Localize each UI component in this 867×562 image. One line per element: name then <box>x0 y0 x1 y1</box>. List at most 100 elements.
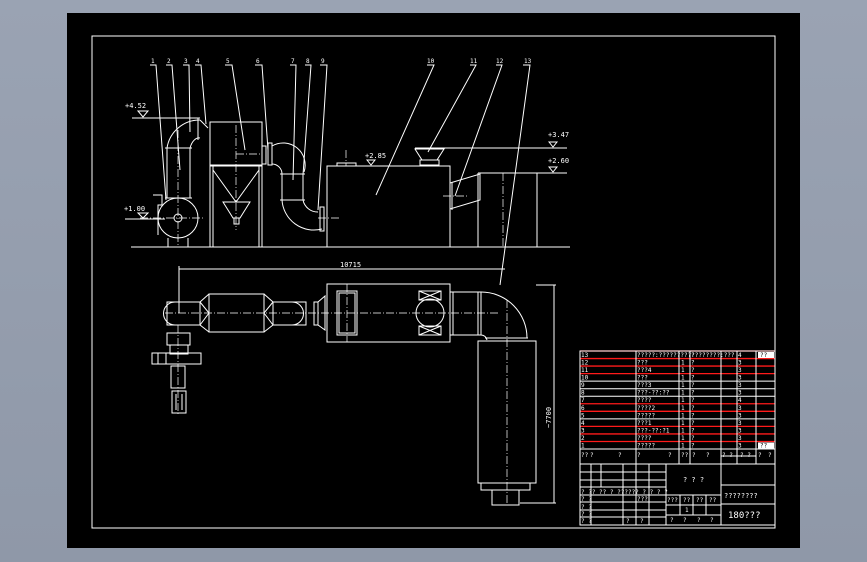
block-label: ? ? <box>581 504 592 511</box>
parts-cell-note: 3 <box>738 435 742 442</box>
scale-label: ?? <box>683 497 691 504</box>
parts-cell-name: ???? <box>637 435 652 442</box>
parts-cell-qty: 1 <box>681 397 685 404</box>
parts-cell-no: 12 <box>581 360 589 367</box>
scale-label: ?? <box>696 497 704 504</box>
parts-badge: ?? <box>760 442 768 449</box>
parts-cell-note: 3 <box>738 367 742 374</box>
drawing-name: ? ? ? <box>683 476 704 484</box>
parts-cell-mat: ? <box>691 382 695 389</box>
parts-header: ? <box>590 452 594 459</box>
part-number: 6 <box>256 58 260 65</box>
parts-cell-note: 3 <box>738 405 742 412</box>
parts-cell-qty: 1 <box>681 405 685 412</box>
part-number: 12 <box>496 58 504 65</box>
parts-header: ? <box>758 452 762 459</box>
block-label: ? <box>626 518 630 525</box>
parts-badge: ?? <box>760 352 768 359</box>
parts-cell-name: ???1 <box>637 420 652 427</box>
parts-cell-mat: ? <box>691 420 695 427</box>
parts-cell-note: 3 <box>738 382 742 389</box>
parts-cell-name: ??? <box>637 375 648 382</box>
parts-cell-no: 6 <box>581 405 585 412</box>
drawing-sheet <box>67 13 800 548</box>
block-label: ? ? <box>581 518 592 525</box>
part-number: 1 <box>151 58 155 65</box>
part-number: 8 <box>306 58 310 65</box>
parts-cell-mat: ? <box>691 435 695 442</box>
block-label: ? ?? ?? ? ?????? ? ? ? ? <box>581 489 668 496</box>
parts-cell-mat: ? <box>691 352 695 359</box>
parts-cell-no: 10 <box>581 375 589 382</box>
parts-cell-no: 11 <box>581 367 589 374</box>
sign-label: ? <box>697 517 701 524</box>
parts-cell-no: 9 <box>581 382 585 389</box>
block-label: ? <box>640 518 644 525</box>
parts-header: ? <box>692 452 696 459</box>
parts-cell-mat: ? <box>691 412 695 419</box>
elevation-label: +2.60 <box>548 157 569 165</box>
part-number: 7 <box>291 58 295 65</box>
parts-header: ? ? <box>722 452 733 459</box>
parts-cell-qty: 1 <box>681 375 685 382</box>
parts-cell-note: 3 <box>738 360 742 367</box>
parts-cell-no: 1 <box>581 442 585 449</box>
sign-label: ? <box>670 517 674 524</box>
parts-header: ?? <box>581 452 589 459</box>
scale-label: ?? <box>709 497 717 504</box>
company-name: ???????? <box>724 492 758 500</box>
parts-cell-name: ???4 <box>637 367 652 374</box>
elevation-label: +4.52 <box>125 102 146 110</box>
parts-cell-name: ??? <box>637 360 648 367</box>
parts-cell-note: 3 <box>738 390 742 397</box>
cad-drawing-canvas[interactable]: +4.52 +1.00 +2.85 +3.47 +2.60 1 2 3 4 5 <box>0 0 867 562</box>
parts-cell-note: 3 <box>738 375 742 382</box>
parts-cell-mat: ? <box>691 397 695 404</box>
parts-cell-name: ?????:?????????????????:??? <box>637 352 735 359</box>
block-label: ??? <box>637 496 648 503</box>
parts-cell-note: 3 <box>738 442 742 449</box>
parts-cell-qty: 1 <box>681 367 685 374</box>
sheet-number: 1 <box>685 507 689 514</box>
drawing-number: 180??? <box>728 511 761 521</box>
parts-cell-mat: ? <box>691 390 695 397</box>
part-number: 4 <box>196 58 200 65</box>
parts-cell-note: 3 <box>738 427 742 434</box>
part-number: 9 <box>321 58 325 65</box>
parts-cell-qty: 1 <box>681 420 685 427</box>
parts-cell-mat: ? <box>691 442 695 449</box>
elevation-label: +2.85 <box>365 152 386 160</box>
parts-cell-no: 3 <box>581 427 585 434</box>
sign-label: ? <box>710 517 714 524</box>
parts-cell-mat: ? <box>691 367 695 374</box>
parts-cell-note: 3 <box>738 420 742 427</box>
parts-header: ? <box>637 452 641 459</box>
parts-cell-mat: ? <box>691 427 695 434</box>
parts-cell-name: ???-??:?1 <box>637 427 670 434</box>
parts-cell-name: ???? <box>637 397 652 404</box>
dimension-width: ~7700 <box>545 407 553 428</box>
parts-cell-name: ???3 <box>637 382 652 389</box>
elevation-label: +3.47 <box>548 131 569 139</box>
parts-header: ?? <box>681 452 689 459</box>
parts-cell-mat: ? <box>691 375 695 382</box>
parts-header: ? <box>706 452 710 459</box>
parts-cell-name: ???-??:?? <box>637 390 670 397</box>
parts-cell-mat: ? <box>691 405 695 412</box>
parts-cell-qty: 1 <box>681 390 685 397</box>
part-number: 11 <box>470 58 478 65</box>
parts-cell-no: 13 <box>581 352 589 359</box>
parts-cell-qty: 1 <box>681 382 685 389</box>
parts-cell-qty: 1 <box>681 360 685 367</box>
parts-cell-name: ????2 <box>637 405 655 412</box>
parts-cell-no: 7 <box>581 397 585 404</box>
parts-header: ? <box>668 452 672 459</box>
parts-header: ? ? <box>740 452 751 459</box>
dimension-length: 10715 <box>340 261 361 269</box>
parts-cell-mat: ? <box>691 360 695 367</box>
parts-cell-note: 4 <box>738 352 742 359</box>
block-label: ? ? <box>581 496 592 503</box>
parts-header: ? <box>618 452 622 459</box>
parts-cell-qty: 1 <box>681 412 685 419</box>
parts-cell-qty: 1 <box>681 442 685 449</box>
